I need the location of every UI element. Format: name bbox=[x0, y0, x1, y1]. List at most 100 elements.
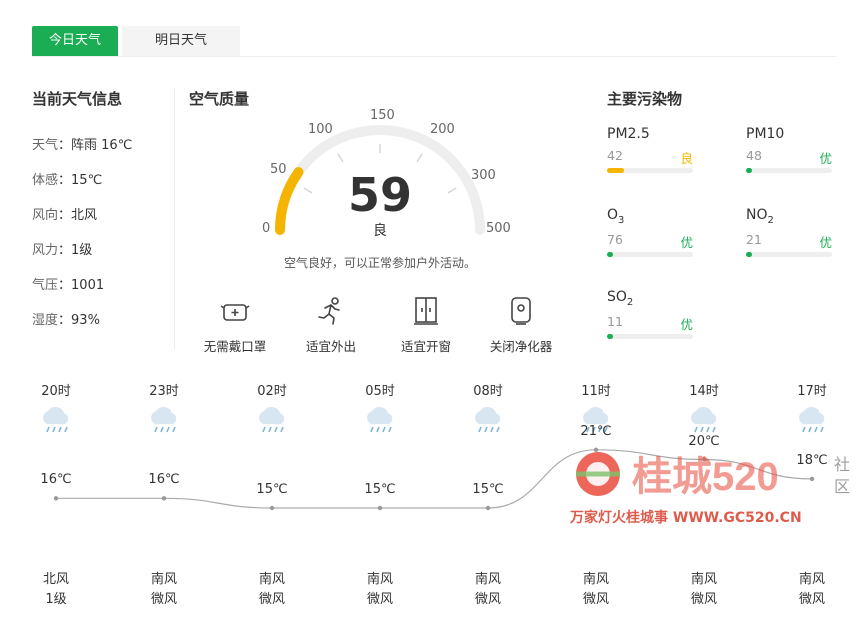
hour-time: 14时 bbox=[689, 384, 719, 399]
hour-time: 08时 bbox=[473, 384, 503, 399]
air-purifier-icon bbox=[511, 297, 531, 325]
pollutant-level: 优 bbox=[680, 316, 693, 332]
info-row-wind-force: 风力：1级 bbox=[32, 239, 92, 258]
pollutant-bar-fill bbox=[607, 251, 613, 257]
gauge-label-500: 500 bbox=[486, 221, 511, 236]
tab-today[interactable]: 今日天气 bbox=[32, 26, 118, 56]
pollutant-name: NO2 bbox=[746, 207, 774, 226]
pollutant-bar-fill bbox=[607, 168, 625, 173]
advice-purifier: 关闭净化器 bbox=[476, 296, 566, 355]
wind-level: 1级 bbox=[45, 592, 67, 607]
running-person-icon bbox=[318, 297, 340, 325]
site-watermark: 桂城520 社 区 万家灯火桂城事 WWW.GC520.CN bbox=[569, 452, 850, 526]
wind-level: 微风 bbox=[258, 592, 285, 607]
pollutant-level: 优 bbox=[819, 151, 832, 166]
air-quality-title: 空气质量 bbox=[189, 90, 250, 108]
hour-wind: 南风 微风 bbox=[355, 570, 405, 610]
wind-direction: 南风 bbox=[582, 572, 609, 587]
wind-direction: 南风 bbox=[474, 572, 501, 587]
wind-level: 微风 bbox=[366, 592, 393, 607]
info-key: 天气 bbox=[32, 138, 59, 153]
wind-direction: 南风 bbox=[690, 572, 717, 587]
advice-outdoor: 适宜外出 bbox=[286, 296, 376, 355]
rain-cloud-icon bbox=[367, 406, 393, 433]
gauge-fill bbox=[275, 167, 304, 235]
wind-direction: 南风 bbox=[366, 572, 393, 587]
pollutant-bar bbox=[607, 168, 693, 173]
divider bbox=[174, 88, 175, 350]
pollutant-bar bbox=[746, 168, 832, 173]
temperature-point bbox=[269, 505, 275, 511]
mask-icon bbox=[220, 304, 250, 321]
wind-direction: 南风 bbox=[150, 572, 177, 587]
info-row-feels-like: 体感：15℃ bbox=[32, 169, 102, 188]
info-row-wind-direction: 风向：北风 bbox=[32, 204, 97, 223]
wind-direction: 南风 bbox=[798, 572, 825, 587]
info-key: 风向 bbox=[32, 208, 59, 223]
hour-wind: 南风 微风 bbox=[463, 570, 513, 610]
aqi-description: 空气良好，可以正常参加户外活动。 bbox=[283, 256, 476, 270]
advice-mask: 无需戴口罩 bbox=[190, 296, 280, 355]
hour-wind: 南风 微风 bbox=[247, 570, 297, 610]
pollutant-bar-fill bbox=[746, 251, 752, 257]
temperature-point bbox=[377, 505, 383, 511]
watermark-qu: 区 bbox=[834, 477, 850, 496]
aqi-value: 59 bbox=[347, 168, 412, 222]
wind-level: 微风 bbox=[150, 592, 177, 607]
wind-direction: 北风 bbox=[42, 572, 69, 587]
pollutant-pm10: PM10 48 优 bbox=[746, 126, 832, 173]
advice-label: 无需戴口罩 bbox=[203, 339, 267, 354]
pollutants-title: 主要污染物 bbox=[607, 90, 683, 108]
info-value: 1级 bbox=[71, 243, 93, 258]
info-value: 1001 bbox=[71, 278, 105, 293]
pollutant-name: PM2.5 bbox=[607, 126, 650, 142]
info-sep: ： bbox=[58, 243, 72, 258]
info-value: 阵雨 16℃ bbox=[71, 138, 133, 153]
hour-wind: 南风 微风 bbox=[787, 570, 837, 610]
pollutant-no2: NO2 21 优 bbox=[746, 207, 832, 257]
pollutant-so2: SO2 11 优 bbox=[607, 289, 693, 339]
rain-cloud-icon bbox=[259, 406, 285, 433]
hour-time: 23时 bbox=[149, 384, 179, 399]
pollutant-bar-fill bbox=[746, 168, 752, 173]
pollutant-o3: O3 76 优 bbox=[607, 207, 693, 257]
pollutant-bar bbox=[607, 333, 693, 339]
watermark-line: 万家灯火桂城事 WWW.GC520.CN bbox=[569, 509, 802, 526]
pollutant-value: 21 bbox=[746, 231, 762, 247]
info-key: 湿度 bbox=[32, 313, 59, 328]
hour-wind: 南风 微风 bbox=[139, 570, 189, 610]
info-sep: ： bbox=[58, 138, 72, 153]
advice-window: 适宜开窗 bbox=[381, 296, 471, 355]
pollutant-level: 优 bbox=[680, 234, 693, 250]
info-sep: ： bbox=[58, 208, 72, 223]
pollutant-name: O3 bbox=[607, 207, 625, 226]
rain-cloud-icon bbox=[43, 406, 69, 433]
info-sep: ： bbox=[58, 313, 72, 328]
wind-level: 微风 bbox=[690, 592, 717, 607]
info-row-pressure: 气压：1001 bbox=[32, 274, 104, 293]
advice-label: 适宜开窗 bbox=[400, 339, 451, 354]
rain-cloud-icon bbox=[691, 406, 717, 433]
pollutant-name: PM10 bbox=[746, 126, 785, 142]
wind-direction: 南风 bbox=[258, 572, 285, 587]
hour-wind: 南风 微风 bbox=[679, 570, 729, 610]
temperature-point bbox=[53, 496, 59, 501]
temperature-point bbox=[485, 505, 491, 511]
wind-level: 微风 bbox=[798, 592, 825, 607]
wind-level: 微风 bbox=[582, 592, 609, 607]
info-value: 15℃ bbox=[71, 173, 103, 188]
window-icon bbox=[414, 297, 438, 325]
tab-tomorrow[interactable]: 明日天气 bbox=[122, 26, 240, 56]
pollutant-bar-fill bbox=[607, 333, 613, 339]
rain-cloud-icon bbox=[151, 406, 177, 433]
pollutant-pm25: PM2.5 42 良 bbox=[607, 126, 693, 173]
info-value: 北风 bbox=[71, 208, 98, 223]
gauge-label-50: 50 bbox=[270, 162, 287, 177]
advice-label: 关闭净化器 bbox=[489, 339, 553, 354]
info-row-humidity: 湿度：93% bbox=[32, 309, 100, 328]
info-key: 风力 bbox=[32, 243, 59, 258]
advice-label: 适宜外出 bbox=[305, 339, 356, 354]
info-key: 气压 bbox=[32, 278, 59, 293]
hour-wind: 南风 微风 bbox=[571, 570, 621, 610]
info-sep: ： bbox=[58, 173, 72, 188]
